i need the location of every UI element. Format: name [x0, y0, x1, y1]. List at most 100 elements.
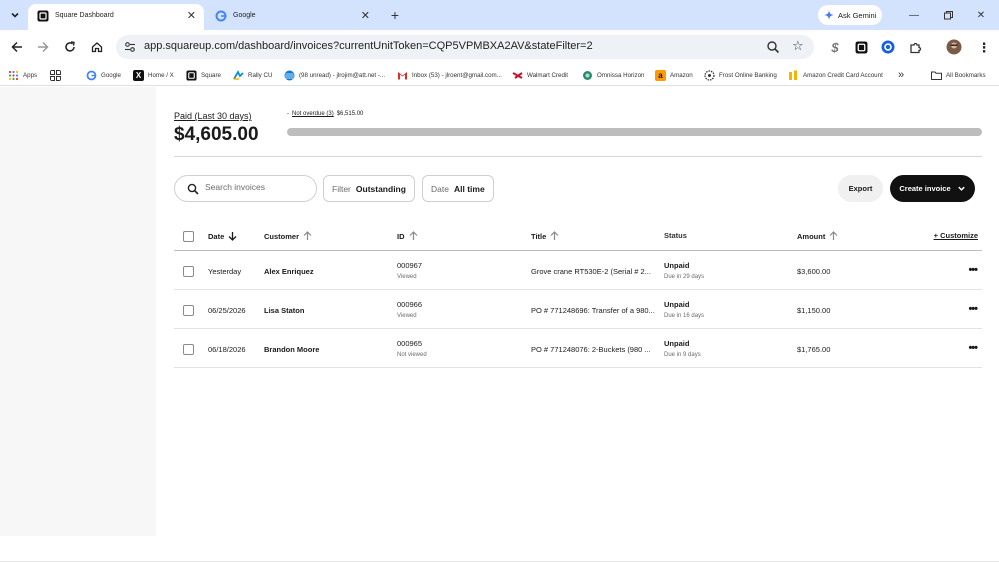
table-row[interactable]: 06/25/2026 Lisa Staton 000966 Viewed PO … — [174, 291, 982, 329]
tab-square-dashboard[interactable]: Square Dashboard ✕ — [28, 4, 204, 30]
new-tab-button[interactable]: + — [388, 6, 402, 24]
blue-circle-extension-icon[interactable] — [880, 39, 896, 55]
site-info-icon[interactable] — [124, 41, 136, 53]
tab-search-button[interactable] — [6, 6, 24, 24]
close-tab-icon[interactable]: ✕ — [361, 9, 370, 23]
profile-avatar[interactable] — [946, 39, 962, 55]
export-button[interactable]: Export — [838, 175, 883, 202]
sort-up-arrow-icon — [829, 231, 838, 240]
filter-key: Filter — [332, 183, 351, 194]
close-tab-icon[interactable]: ✕ — [187, 9, 196, 23]
square-logo-icon — [37, 10, 49, 22]
arrow-right-icon — [38, 41, 49, 53]
extensions-puzzle-icon[interactable] — [907, 39, 923, 55]
row-id: 000966 — [397, 300, 423, 309]
row-date: Yesterday — [208, 267, 242, 276]
tab-title: Google — [233, 12, 256, 19]
row-id-view-status: Viewed — [397, 274, 417, 280]
column-amount[interactable]: Amount — [797, 231, 838, 241]
bookmark-amazon[interactable]: a Amazon — [655, 68, 693, 82]
bookmark-tab-groups[interactable] — [50, 68, 61, 82]
customize-columns-link[interactable]: + Customize — [934, 231, 978, 240]
select-all-checkbox[interactable] — [183, 231, 194, 242]
progress-bar-fill — [287, 128, 982, 136]
row-amount: $1,765.00 — [797, 345, 831, 354]
date-value: All time — [453, 183, 485, 194]
row-id-view-status: Viewed — [397, 313, 417, 319]
all-bookmarks-button[interactable]: All Bookmarks — [931, 68, 986, 82]
home-button[interactable] — [89, 39, 105, 55]
bookmarks-overflow-button[interactable]: » — [898, 68, 904, 82]
reload-button[interactable] — [62, 39, 78, 55]
table-row[interactable]: Yesterday Alex Enriquez 000967 Viewed Gr… — [174, 252, 982, 290]
search-invoices[interactable] — [174, 175, 317, 202]
row-checkbox[interactable] — [183, 344, 194, 355]
column-title[interactable]: Title — [531, 231, 559, 241]
row-status: Unpaid — [664, 300, 690, 309]
search-icon — [187, 183, 199, 195]
google-icon — [215, 10, 227, 22]
column-id[interactable]: ID — [397, 231, 418, 241]
ask-gemini-label: Ask Gemini — [838, 10, 877, 20]
paid-summary-label[interactable]: Paid (Last 30 days) — [174, 111, 252, 121]
row-more-actions-icon[interactable]: ••• — [968, 265, 978, 276]
row-checkbox[interactable] — [183, 266, 194, 277]
row-due: Due in 16 days — [664, 313, 705, 319]
square-extension-icon[interactable] — [853, 39, 869, 55]
url-text: app.squareup.com/dashboard/invoices?curr… — [144, 40, 593, 52]
table-row[interactable]: 06/18/2026 Brandon Moore 000965 Not view… — [174, 330, 982, 368]
amazon-card-icon — [789, 70, 797, 80]
date-chip[interactable]: Date All time — [422, 175, 494, 202]
column-status: Status — [664, 231, 687, 240]
chevron-down-icon — [11, 12, 19, 18]
row-more-actions-icon[interactable]: ••• — [968, 343, 978, 354]
row-amount: $1,150.00 — [797, 306, 831, 315]
bookmark-google[interactable]: Google — [86, 68, 121, 82]
row-id: 000967 — [397, 261, 423, 270]
tab-google[interactable]: Google ✕ — [206, 4, 378, 30]
tab-groups-icon — [50, 69, 61, 81]
column-date[interactable]: Date — [208, 231, 237, 241]
bookmark-star-icon[interactable]: ☆ — [792, 39, 804, 53]
ask-gemini-button[interactable]: Ask Gemini — [818, 5, 882, 25]
gemini-sparkle-icon — [824, 10, 834, 20]
minimize-window-icon[interactable]: — — [907, 8, 921, 22]
x-icon: X — [133, 69, 144, 81]
sort-up-arrow-icon — [550, 231, 559, 240]
google-icon — [86, 70, 97, 80]
back-button[interactable] — [9, 39, 25, 55]
summary-divider — [174, 156, 982, 157]
row-more-actions-icon[interactable]: ••• — [968, 304, 978, 315]
row-title: PO # 771248696: Transfer of a 980... — [531, 306, 655, 315]
bookmark-rally-cu[interactable]: Rally CU — [233, 68, 272, 82]
frost-icon — [704, 69, 715, 81]
bookmark-amazon-credit-card[interactable]: Amazon Credit Card Account — [788, 68, 883, 82]
bookmark-omnissa-horizon[interactable]: Omnissa Horizon — [582, 68, 644, 82]
bookmark-gmail[interactable]: Inbox (53) - jlroent@gmail.com... — [397, 68, 502, 82]
bookmark-home-x[interactable]: X Home / X — [133, 68, 174, 82]
column-customer[interactable]: Customer — [264, 231, 312, 241]
dollar-extension-icon[interactable]: $ — [827, 39, 843, 55]
bookmark-frost-online-banking[interactable]: Frost Online Banking — [704, 68, 777, 82]
row-checkbox[interactable] — [183, 305, 194, 316]
bookmark-att-mail[interactable]: (98 unread) - jlrojim@att.net -... — [284, 68, 385, 82]
kebab-menu-icon[interactable]: ⋮ — [976, 39, 992, 55]
not-overdue-amount: $6,515.00 — [336, 111, 364, 117]
amazon-icon: a — [655, 69, 666, 81]
create-invoice-button[interactable]: Create invoice — [890, 175, 975, 202]
restore-window-icon[interactable] — [941, 8, 955, 22]
zoom-icon[interactable] — [766, 40, 780, 54]
search-input[interactable] — [205, 182, 305, 192]
reload-icon — [65, 41, 75, 52]
row-due: Due in 29 days — [664, 274, 705, 280]
tab-title: Square Dashboard — [55, 12, 114, 19]
filter-chip[interactable]: Filter Outstanding — [323, 175, 415, 202]
sort-down-arrow-icon — [228, 232, 237, 241]
not-overdue-summary[interactable]: - Not overdue (3) $6,515.00 — [287, 111, 363, 117]
address-bar[interactable]: app.squareup.com/dashboard/invoices?curr… — [116, 35, 814, 59]
bookmark-walmart-credit[interactable]: Walmart Credit — [512, 68, 568, 82]
forward-button[interactable] — [35, 39, 51, 55]
close-window-icon[interactable]: ✕ — [974, 8, 988, 22]
bookmark-apps[interactable]: Apps — [8, 68, 37, 82]
bookmark-square[interactable]: Square — [186, 68, 221, 82]
